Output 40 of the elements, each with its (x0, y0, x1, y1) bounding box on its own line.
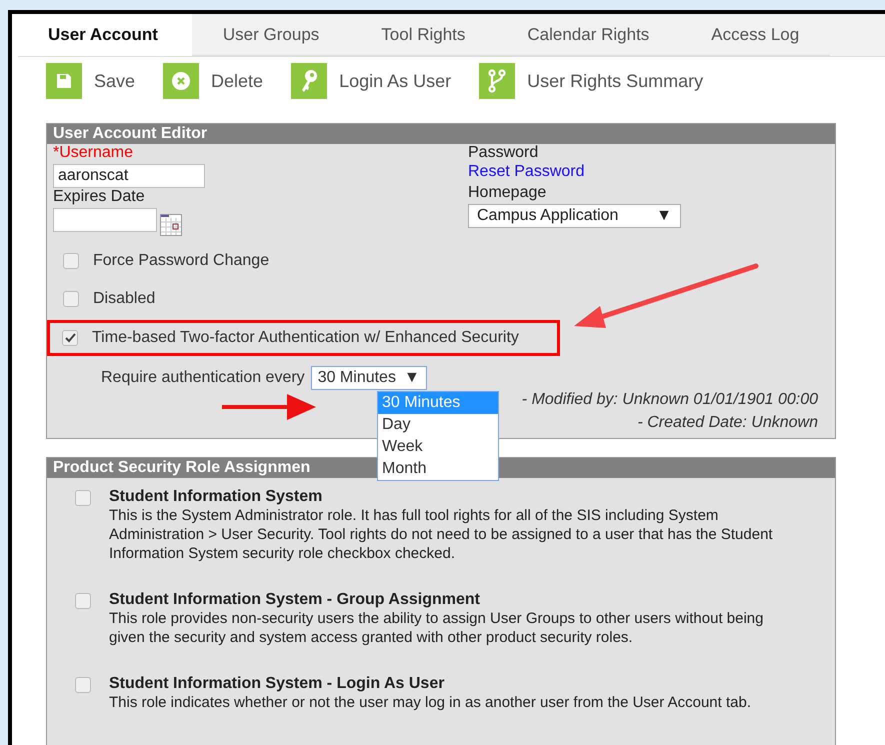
checkbox[interactable] (62, 330, 78, 346)
modified-text: - Modified by: Unknown 01/01/1901 00:00 (522, 391, 818, 409)
toolbar-button[interactable]: Login As User (291, 63, 452, 99)
dropdown-option[interactable]: Month (378, 458, 498, 480)
dropdown-option[interactable]: Day (378, 414, 498, 436)
role-description: This role provides non-security users the ability to assign User Groups to other users without being given the security and system access granted with other product security roles. (109, 609, 764, 647)
role-name: Student Information System (109, 488, 324, 506)
field-label: Homepage (468, 184, 548, 202)
checkbox[interactable] (75, 490, 91, 506)
branch-icon (487, 69, 508, 93)
tab[interactable]: User Account (18, 14, 192, 56)
reset-password-link[interactable]: Reset Password (468, 163, 829, 181)
checkbox[interactable] (75, 677, 91, 693)
dropdown-option[interactable]: Week (378, 436, 498, 458)
field-label: Expires Date (53, 188, 146, 206)
key-icon (299, 69, 320, 93)
checkbox-label: Disabled (93, 290, 156, 308)
created-text: - Created Date: Unknown (637, 414, 818, 432)
role-description: This role indicates whether or not the user may log in as another user from the User Account tab. (109, 693, 751, 712)
checkbox-label: Time-based Two-factor Authentication w/ Enhanced Security (92, 329, 519, 347)
delete-icon (171, 71, 192, 91)
field-label: Password (468, 144, 540, 162)
toolbar-button[interactable]: Save (46, 63, 136, 99)
panel-title: User Account Editor (47, 124, 835, 144)
date-field[interactable] (53, 208, 157, 232)
toolbar-button[interactable]: Delete (163, 63, 264, 99)
calendar-icon[interactable] (160, 214, 182, 236)
role-description: This is the System Administrator role. It has full tool rights for all of the SIS including System Administration > User Security. Tool rights do not need to be assigned to a user that has the Student Information System security role checkbox checked. (109, 506, 774, 563)
homepage-dropdown[interactable]: Campus Application ▼ (468, 204, 681, 228)
username-field[interactable]: aaronscat (53, 164, 205, 188)
toolbar-button[interactable]: User Rights Summary (479, 63, 704, 99)
checkbox[interactable] (75, 593, 91, 609)
field-label: *Username (53, 144, 134, 162)
checkbox[interactable] (63, 291, 79, 307)
interval-dropdown[interactable]: 30 Minutes ▼ (310, 366, 427, 390)
checkbox-label: Force Password Change (93, 252, 270, 270)
role-name: Student Information System - Group Assignment (109, 591, 481, 609)
checkbox[interactable] (63, 253, 79, 269)
field-label: Require authentication every (101, 369, 305, 387)
role-name: Student Information System - Login As User (109, 675, 446, 693)
